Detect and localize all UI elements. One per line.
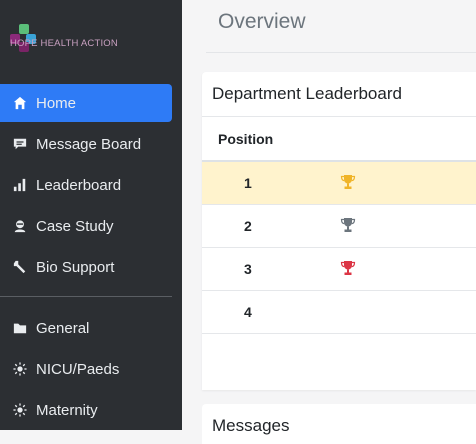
sidebar-item-leaderboard[interactable]: Leaderboard: [0, 166, 172, 204]
main-content: Overview Department Leaderboard Position…: [182, 0, 476, 444]
position-cell: 1: [202, 161, 275, 205]
sidebar-item-home[interactable]: Home: [0, 84, 172, 122]
table-row[interactable]: 1: [202, 161, 476, 205]
position-cell: 3: [202, 247, 275, 291]
leaderboard-table: Position 1 2 3 4: [202, 117, 476, 334]
sidebar-item-label: Message Board: [36, 135, 142, 153]
trophy-cell: [274, 204, 476, 248]
bar-chart-icon: [12, 177, 28, 193]
brand-name: HOPE HEALTH ACTION: [10, 38, 118, 49]
sidebar-item-case-study[interactable]: Case Study: [0, 207, 172, 245]
position-cell: 2: [202, 204, 275, 248]
leaderboard-title: Department Leaderboard: [202, 72, 476, 117]
table-row[interactable]: 3: [202, 247, 476, 291]
sidebar-item-label: Leaderboard: [36, 176, 122, 194]
sidebar-divider: [0, 296, 172, 297]
column-header-trophy: [274, 117, 476, 162]
sidebar-item-label: Home: [36, 94, 77, 112]
home-icon: [12, 95, 28, 111]
sidebar-item-general[interactable]: General: [0, 309, 172, 347]
sidebar-item-nicu-paeds[interactable]: NICU/Paeds: [0, 350, 172, 388]
trophy-cell: [274, 290, 476, 334]
position-cell: 4: [202, 290, 275, 334]
title-divider: [206, 52, 476, 53]
sidebar-nav: Home Message Board Leaderboard Case Stud…: [0, 84, 182, 432]
page-title: Overview: [218, 10, 306, 33]
table-header-row: Position: [202, 117, 476, 162]
messages-card: Messages: [202, 404, 476, 444]
sidebar: HOPE HEALTH ACTION Home Message Board Le…: [0, 0, 182, 430]
table-row[interactable]: 4: [202, 290, 476, 334]
sidebar-item-message-board[interactable]: Message Board: [0, 125, 172, 163]
message-icon: [12, 136, 28, 152]
sidebar-item-label: NICU/Paeds: [36, 360, 120, 378]
table-row[interactable]: 2: [202, 204, 476, 248]
silver-trophy-icon: [340, 217, 356, 233]
user-secret-icon: [12, 218, 28, 234]
bronze-trophy-icon: [340, 260, 356, 276]
sidebar-item-label: Case Study: [36, 217, 114, 235]
sidebar-item-bio-support[interactable]: Bio Support: [0, 248, 172, 286]
leaderboard-card: Department Leaderboard Position 1 2 3 4: [202, 72, 476, 390]
trophy-cell: [274, 161, 476, 205]
sidebar-item-label: Maternity: [36, 401, 98, 419]
sidebar-item-label: Bio Support: [36, 258, 115, 276]
column-header-position: Position: [202, 117, 275, 162]
wrench-icon: [12, 259, 28, 275]
sun-icon: [12, 361, 28, 377]
trophy-cell: [274, 247, 476, 291]
sun-icon: [12, 402, 28, 418]
messages-title: Messages: [212, 416, 290, 435]
folder-icon: [12, 320, 28, 336]
gold-trophy-icon: [340, 174, 356, 190]
sidebar-item-maternity[interactable]: Maternity: [0, 391, 172, 429]
sidebar-item-label: General: [36, 319, 90, 337]
